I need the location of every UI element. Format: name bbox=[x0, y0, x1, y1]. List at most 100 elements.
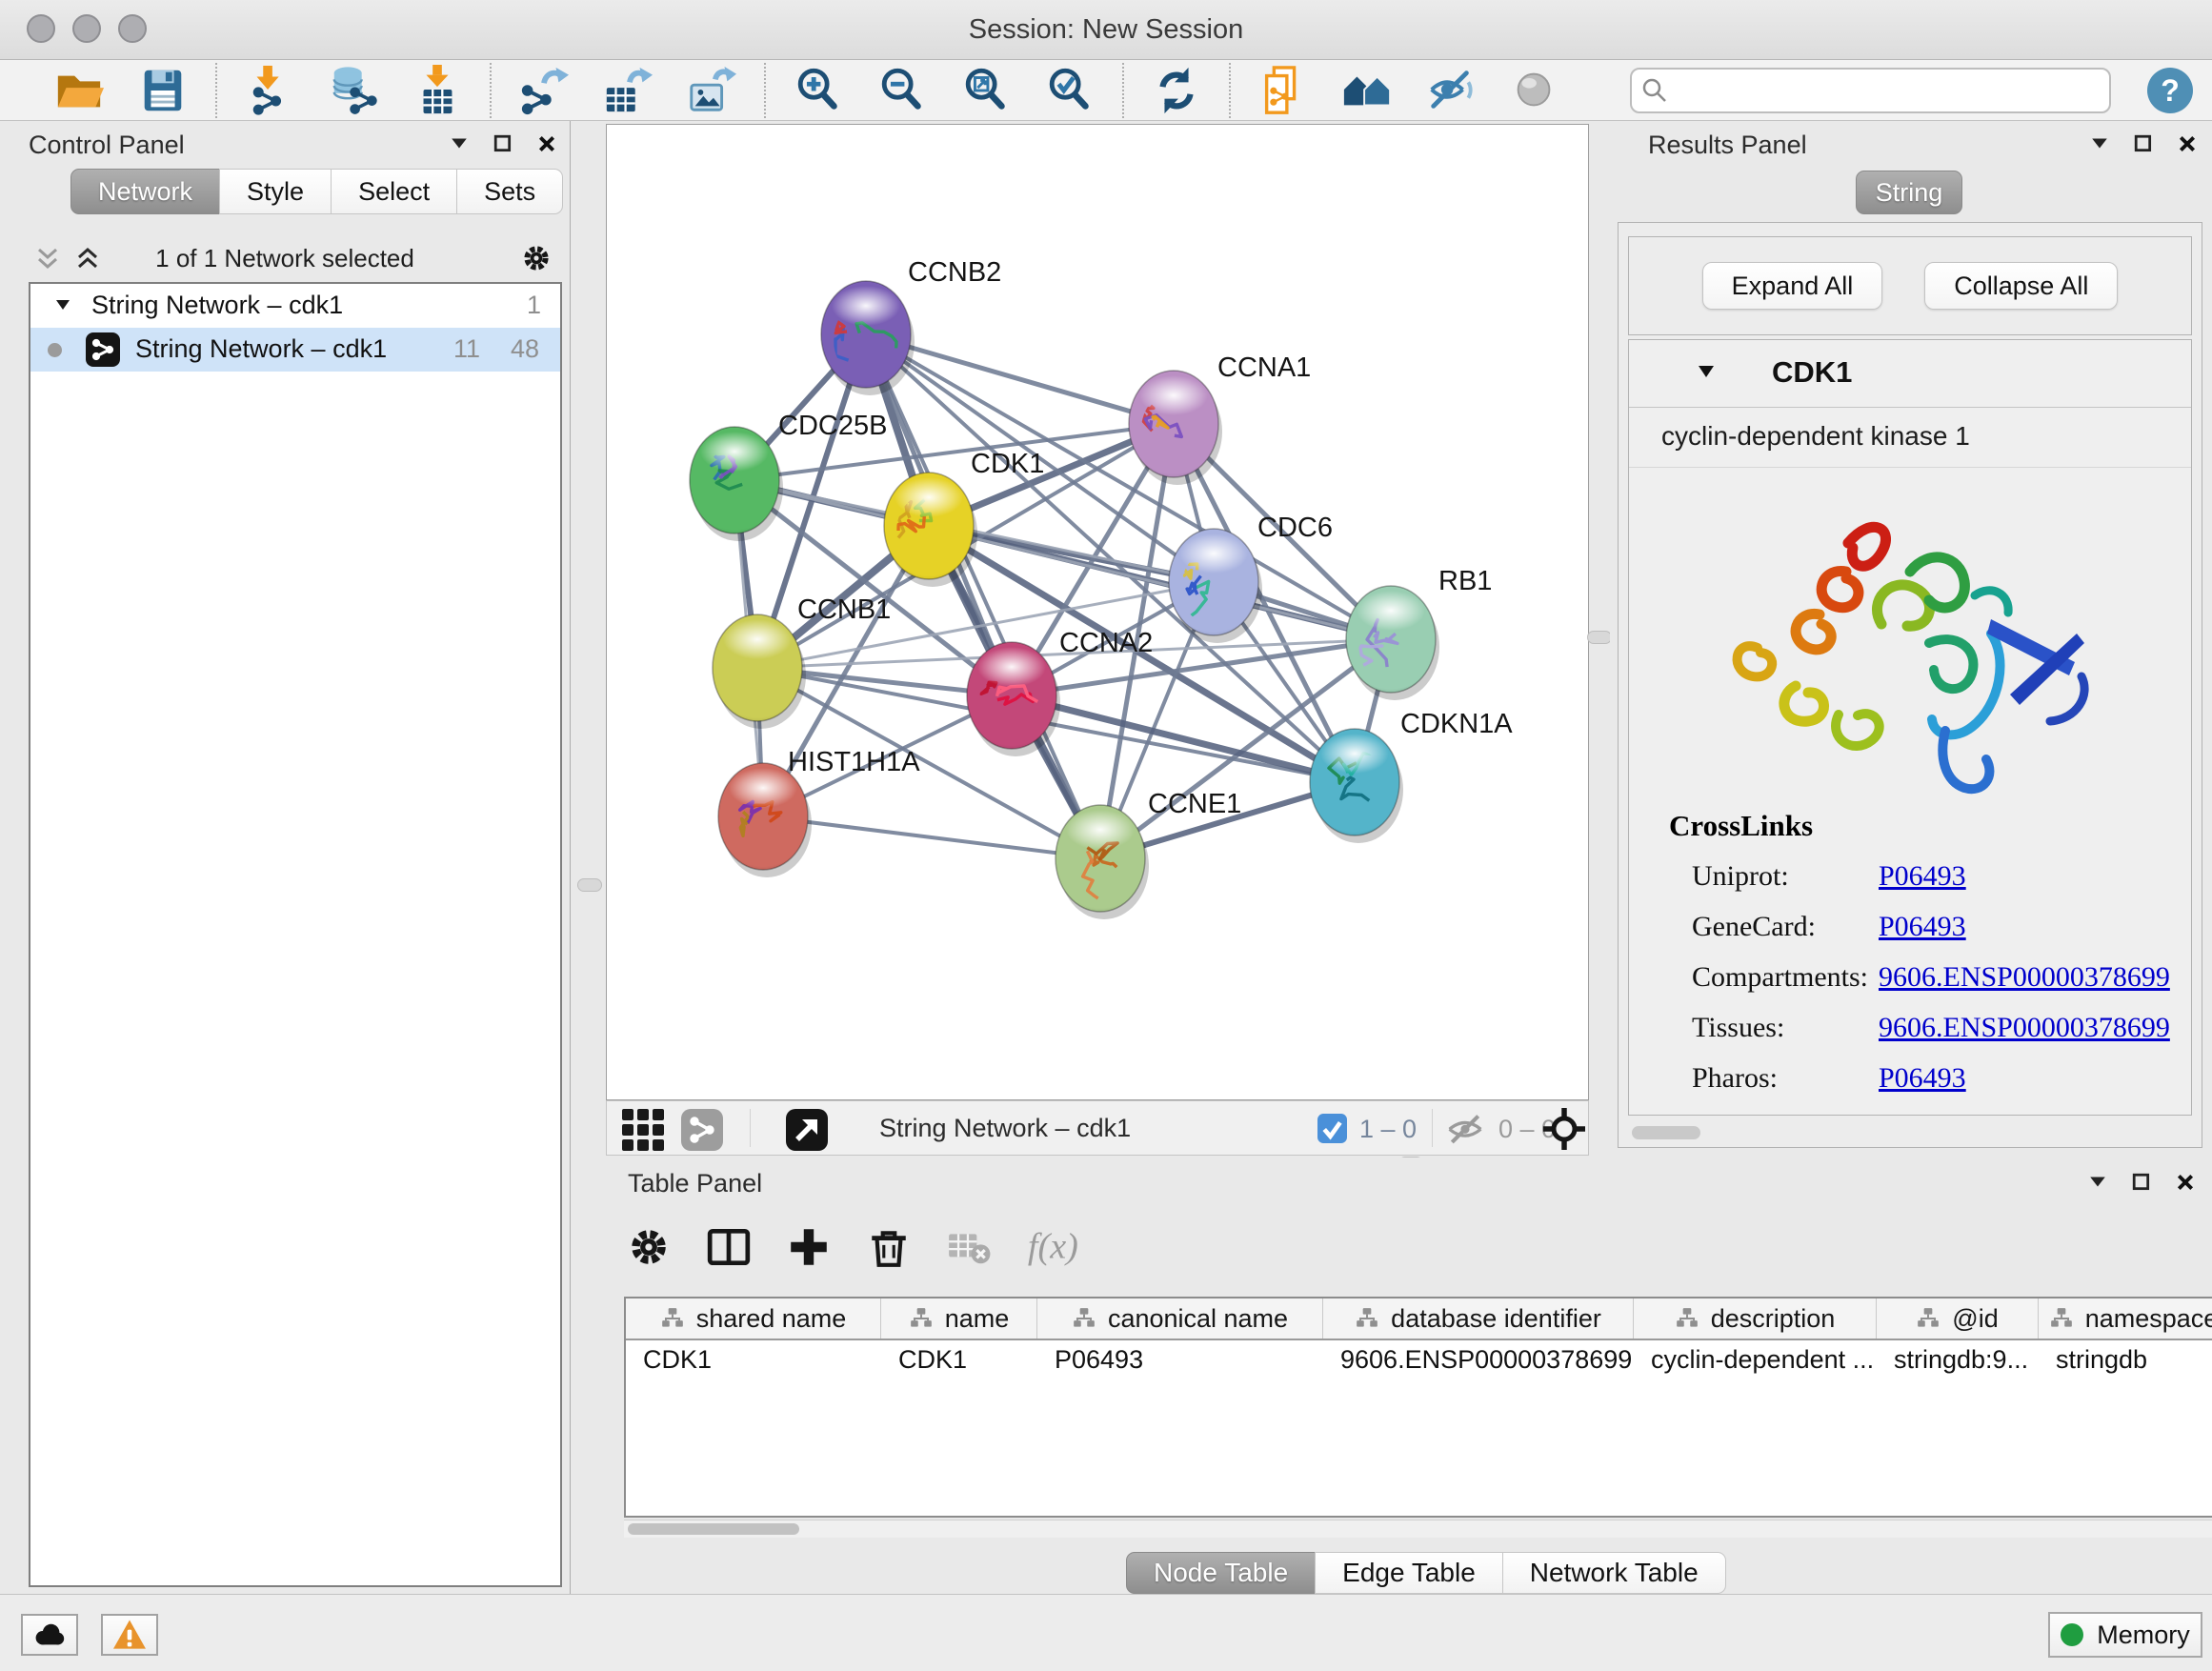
left-splitter-handle[interactable] bbox=[577, 878, 602, 892]
selected-checkbox-icon[interactable] bbox=[1317, 1114, 1347, 1143]
zoom-out-icon[interactable] bbox=[875, 63, 930, 118]
network-canvas[interactable]: CCNB2CCNA1CDC25BCDK1CDC6RB1CCNB1CCNA2CDK… bbox=[606, 124, 1589, 1100]
network-edge[interactable] bbox=[763, 816, 1100, 858]
column-header-description[interactable]: description bbox=[1634, 1299, 1877, 1339]
cloud-status-icon[interactable] bbox=[21, 1614, 78, 1656]
network-row-selected[interactable]: String Network – cdk1 11 48 bbox=[30, 328, 560, 372]
network-node-ccne1[interactable]: CCNE1 bbox=[1056, 789, 1241, 919]
zoom-fit-icon[interactable] bbox=[958, 63, 1014, 118]
grid-view-icon[interactable] bbox=[622, 1109, 664, 1151]
table-options-gear-icon[interactable] bbox=[624, 1222, 674, 1272]
tab-edge-table[interactable]: Edge Table bbox=[1315, 1552, 1503, 1594]
gene-card-header[interactable]: CDK1 bbox=[1629, 340, 2191, 408]
collapse-panel-icon[interactable] bbox=[2090, 134, 2109, 153]
results-scrollbar-thumb[interactable] bbox=[1632, 1126, 1700, 1139]
tab-network-table[interactable]: Network Table bbox=[1502, 1552, 1726, 1594]
table-cell[interactable]: stringdb:9... bbox=[1877, 1340, 2039, 1382]
column-header-database-identifier[interactable]: database identifier bbox=[1323, 1299, 1634, 1339]
show-column-panel-icon[interactable] bbox=[704, 1222, 754, 1272]
show-all-icon[interactable] bbox=[1507, 63, 1562, 118]
window-title: Session: New Session bbox=[0, 0, 2212, 59]
import-network-file-icon[interactable] bbox=[242, 63, 297, 118]
delete-table-icon[interactable] bbox=[944, 1222, 994, 1272]
crosslink-link[interactable]: P06493 bbox=[1879, 911, 1966, 961]
open-file-icon[interactable] bbox=[51, 63, 107, 118]
close-panel-icon[interactable] bbox=[2176, 1173, 2195, 1192]
column-header-canonical-name[interactable]: canonical name bbox=[1037, 1299, 1323, 1339]
tab-node-table[interactable]: Node Table bbox=[1126, 1552, 1316, 1594]
results-panel: Results Panel String Expand All Collapse… bbox=[1610, 121, 2212, 1158]
tab-sets[interactable]: Sets bbox=[456, 169, 563, 214]
export-table-icon[interactable] bbox=[600, 63, 655, 118]
network-node-cdc6[interactable]: CDC6 bbox=[1169, 513, 1333, 643]
float-panel-icon[interactable] bbox=[2134, 134, 2153, 153]
crosslink-label: GeneCard: bbox=[1669, 911, 1879, 961]
table-row[interactable]: CDK1CDK1P064939606.ENSP00000378699cyclin… bbox=[626, 1340, 2212, 1382]
float-panel-icon[interactable] bbox=[2132, 1173, 2151, 1192]
crosslink-link[interactable]: P06493 bbox=[1879, 860, 1966, 911]
delete-column-icon[interactable] bbox=[864, 1222, 914, 1272]
close-panel-icon[interactable] bbox=[2178, 134, 2197, 153]
import-network-database-icon[interactable] bbox=[326, 63, 381, 118]
export-image-icon[interactable] bbox=[684, 63, 739, 118]
tab-style[interactable]: Style bbox=[219, 169, 332, 214]
network-graph[interactable]: CCNB2CCNA1CDC25BCDK1CDC6RB1CCNB1CCNA2CDK… bbox=[607, 125, 1588, 1099]
network-node-cdkn1a[interactable]: CDKN1A bbox=[1310, 709, 1513, 843]
column-header-name[interactable]: name bbox=[881, 1299, 1037, 1339]
collection-expander-icon[interactable] bbox=[55, 299, 70, 312]
tab-select[interactable]: Select bbox=[331, 169, 457, 214]
tab-network[interactable]: Network bbox=[70, 169, 220, 214]
network-edge[interactable] bbox=[866, 334, 1100, 858]
crosslink-link[interactable]: P06493 bbox=[1879, 1062, 1966, 1113]
first-neighbors-icon[interactable] bbox=[1339, 63, 1395, 118]
table-hscrollbar[interactable] bbox=[624, 1520, 2212, 1538]
right-splitter-handle[interactable] bbox=[1587, 631, 1612, 644]
clone-network-icon[interactable] bbox=[1256, 63, 1311, 118]
export-network-icon[interactable] bbox=[516, 63, 572, 118]
refresh-view-icon[interactable] bbox=[1149, 63, 1204, 118]
save-session-icon[interactable] bbox=[135, 63, 191, 118]
birdseye-view-icon[interactable] bbox=[1542, 1107, 1586, 1151]
add-column-icon[interactable] bbox=[784, 1222, 834, 1272]
network-node-ccna1[interactable]: CCNA1 bbox=[1129, 352, 1311, 485]
table-cell[interactable]: stringdb bbox=[2039, 1340, 2212, 1382]
crosslink-row: Compartments:9606.ENSP00000378699 bbox=[1669, 961, 2172, 1012]
table-cell[interactable]: CDK1 bbox=[626, 1340, 881, 1382]
node-table[interactable]: shared namenamecanonical namedatabase id… bbox=[624, 1297, 2212, 1518]
network-badge-icon[interactable] bbox=[681, 1109, 723, 1151]
expand-all-button[interactable]: Expand All bbox=[1702, 262, 1883, 310]
table-hscrollbar-thumb[interactable] bbox=[628, 1523, 799, 1535]
collapse-all-button[interactable]: Collapse All bbox=[1924, 262, 2118, 310]
crosslink-row: GeneCard:P06493 bbox=[1669, 911, 2172, 961]
open-in-window-icon[interactable] bbox=[786, 1109, 828, 1151]
import-table-file-icon[interactable] bbox=[410, 63, 465, 118]
close-panel-icon[interactable] bbox=[537, 134, 556, 153]
search-input[interactable] bbox=[1630, 68, 2111, 113]
function-builder-icon[interactable]: f(x) bbox=[1024, 1222, 1108, 1272]
network-collection-row[interactable]: String Network – cdk1 1 bbox=[30, 284, 560, 328]
warning-status-icon[interactable] bbox=[101, 1614, 158, 1656]
network-node-rb1[interactable]: RB1 bbox=[1346, 566, 1492, 700]
zoom-in-icon[interactable] bbox=[791, 63, 846, 118]
table-cell[interactable]: P06493 bbox=[1037, 1340, 1323, 1382]
crosslink-link[interactable]: 9606.ENSP00000378699 bbox=[1879, 1012, 2170, 1062]
column-header-shared-name[interactable]: shared name bbox=[626, 1299, 881, 1339]
network-node-hist1h1a[interactable]: HIST1H1A bbox=[718, 747, 920, 877]
memory-button[interactable]: Memory bbox=[2048, 1612, 2202, 1658]
table-cell[interactable]: 9606.ENSP00000378699 bbox=[1323, 1340, 1634, 1382]
help-button[interactable]: ? bbox=[2147, 68, 2193, 113]
column-header-namespace[interactable]: namespace bbox=[2039, 1299, 2212, 1339]
table-cell[interactable]: CDK1 bbox=[881, 1340, 1037, 1382]
column-header-id[interactable]: @id bbox=[1877, 1299, 2039, 1339]
gene-expander-icon[interactable] bbox=[1698, 365, 1715, 378]
collapse-panel-icon[interactable] bbox=[450, 134, 469, 153]
table-cell[interactable]: cyclin-dependent ... bbox=[1634, 1340, 1877, 1382]
tab-string[interactable]: String bbox=[1856, 171, 1962, 214]
hide-selected-icon[interactable] bbox=[1423, 63, 1478, 118]
hidden-eye-icon[interactable] bbox=[1445, 1112, 1485, 1147]
network-options-gear-icon[interactable] bbox=[520, 241, 554, 275]
crosslink-link[interactable]: 9606.ENSP00000378699 bbox=[1879, 961, 2170, 1012]
zoom-selected-icon[interactable] bbox=[1042, 63, 1097, 118]
float-panel-icon[interactable] bbox=[493, 134, 513, 153]
collapse-panel-icon[interactable] bbox=[2088, 1173, 2107, 1192]
